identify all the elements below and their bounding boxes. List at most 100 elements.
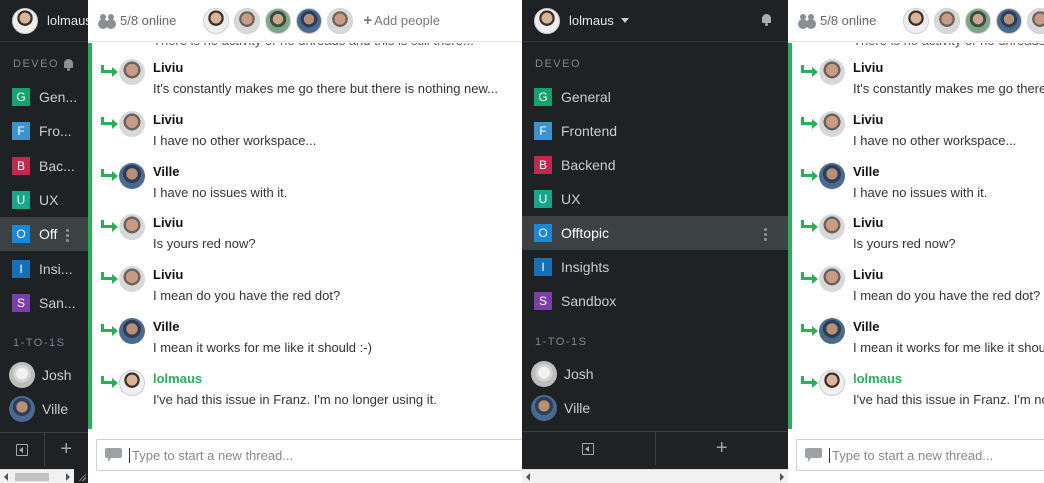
sidebar-item-ux[interactable]: U UX (0, 183, 88, 217)
add-people-label: Add people (374, 13, 440, 28)
notifications-bell-icon[interactable] (62, 58, 75, 71)
sidebar-item-backend[interactable]: B Bac... (0, 149, 88, 183)
channel-menu-icon[interactable] (66, 229, 69, 242)
resize-grip-icon[interactable] (78, 473, 86, 481)
sidebar-item-general[interactable]: G General (522, 80, 788, 114)
dm-label: Ville (564, 400, 591, 416)
sidebar-item-label: Frontend (561, 123, 618, 139)
message-row[interactable]: Liviu I have no other workspace... (792, 110, 1044, 163)
composer-placeholder: Type to start a new thread... (832, 447, 994, 463)
channel-letter-icon: I (534, 258, 552, 276)
scrollbar-thumb[interactable] (15, 473, 49, 481)
sidebar-expanded: lolmaus DEVEO G General F Frontend B Backend U… (522, 0, 788, 483)
dm-item-josh[interactable]: Josh (522, 357, 788, 391)
composer-input[interactable]: Type to start a new thread... (96, 439, 522, 471)
sidebar-item-ux[interactable]: U UX (522, 182, 788, 216)
reply-arrow-icon (100, 324, 118, 336)
scroll-right-icon[interactable] (780, 473, 784, 481)
notifications-bell-icon[interactable] (760, 13, 773, 26)
add-people-button[interactable]: + Add people (363, 12, 440, 29)
user-avatar (12, 7, 38, 34)
app-root: lolmaus DEVEO G Gen... F Fro... B Bac... U UX O O… (0, 0, 1044, 483)
reply-arrow-icon (800, 220, 818, 233)
channel-letter-icon: G (534, 88, 552, 106)
author-name: Liviu (853, 215, 884, 231)
sidebar-item-offtopic[interactable]: O Off (0, 217, 88, 252)
participant-avatar[interactable] (296, 7, 323, 34)
composer-input[interactable]: Type to start a new thread... (796, 439, 1044, 471)
sidebar-item-sandbox[interactable]: S San... (0, 286, 88, 320)
message-row[interactable]: Ville I mean it works for me like it shou… (92, 318, 522, 370)
dm-item-ville[interactable]: Ville (0, 392, 88, 426)
dm-item-ville[interactable]: Ville (522, 391, 788, 425)
participant-avatar[interactable] (965, 7, 992, 34)
message-text: I mean it works for me like it should :-… (153, 340, 372, 355)
participant-avatar[interactable] (996, 7, 1023, 34)
sidebar-item-backend[interactable]: B Backend (522, 148, 788, 182)
channel-letter-icon: U (534, 190, 552, 208)
message-row[interactable]: Ville I mean it works for me like it shou… (792, 318, 1044, 370)
author-name: Liviu (153, 267, 184, 283)
author-name: Ville (853, 319, 880, 334)
sidebar-item-insights[interactable]: I Insi... (0, 252, 88, 286)
channel-letter-icon: S (534, 292, 552, 310)
clipped-message: There is no activity or no unreads and t… (92, 43, 522, 59)
message-row[interactable]: lolmaus I've had this issue in Franz. I'm… (792, 369, 1044, 422)
message-text: I have no other workspace... (153, 132, 317, 148)
scroll-left-icon[interactable] (4, 473, 8, 481)
user-menu[interactable]: lolmaus (522, 0, 788, 42)
participant-avatar[interactable] (934, 7, 961, 34)
add-button[interactable]: + (43, 433, 89, 466)
avatar (9, 396, 35, 422)
participant-avatar[interactable] (203, 7, 230, 34)
sidebar-item-label: General (561, 89, 611, 105)
sidebar-item-sandbox[interactable]: S Sandbox (522, 284, 788, 318)
participant-avatar[interactable] (327, 7, 354, 34)
people-icon (800, 14, 817, 27)
sidebar-item-label: UX (39, 191, 59, 208)
horizontal-scrollbar[interactable] (522, 469, 788, 483)
message-row[interactable]: Liviu Is yours red now? (792, 214, 1044, 266)
plus-icon: + (60, 438, 73, 460)
message-row[interactable]: Liviu It's constantly makes me go there b… (792, 59, 1044, 111)
people-icon (100, 14, 117, 27)
sidebar-item-frontend[interactable]: F Frontend (522, 114, 788, 148)
message-text: I've had this issue in Franz. I'm no lon… (853, 391, 1044, 407)
collapse-sidebar-button[interactable] (522, 432, 655, 465)
message-row[interactable]: Liviu I have no other workspace... (92, 110, 522, 163)
message-row[interactable]: Liviu I mean do you have the red dot? (92, 266, 522, 318)
chevron-down-icon (620, 18, 629, 23)
sidebar-item-frontend[interactable]: F Fro... (0, 114, 88, 148)
add-button[interactable]: + (654, 432, 789, 465)
collapse-icon (15, 443, 28, 456)
message-text: I have no other workspace... (853, 132, 1017, 148)
sidebar-item-offtopic[interactable]: O Offtopic (522, 216, 788, 250)
sidebar-item-label: San... (39, 294, 76, 311)
collapse-sidebar-button[interactable] (0, 433, 44, 466)
dm-label: Josh (564, 366, 594, 382)
user-menu[interactable]: lolmaus (0, 0, 88, 42)
sidebar-item-label: Backend (561, 157, 616, 173)
channel-menu-icon[interactable] (764, 228, 767, 241)
message-row[interactable]: Liviu I mean do you have the red dot? (792, 266, 1044, 318)
message-row[interactable]: lolmaus I've had this issue in Franz. I'm… (92, 369, 522, 422)
participant-avatar[interactable] (1027, 7, 1044, 34)
horizontal-scrollbar[interactable] (0, 469, 74, 483)
thread: There is no activity or no unreads and t… (788, 43, 1044, 429)
message-row[interactable]: Ville I have no issues with it. (92, 162, 522, 215)
author-name: Liviu (153, 215, 184, 231)
scroll-right-icon[interactable] (66, 473, 70, 481)
message-row[interactable]: Ville I have no issues with it. (792, 162, 1044, 215)
participant-avatar[interactable] (265, 7, 292, 34)
dm-item-josh[interactable]: Josh (0, 358, 88, 392)
plus-icon: + (715, 437, 728, 459)
message-row[interactable]: Liviu It's constantly makes me go there b… (92, 59, 522, 111)
sidebar-item-insights[interactable]: I Insights (522, 250, 788, 284)
participant-avatar[interactable] (234, 7, 261, 34)
message-row[interactable]: Liviu Is yours red now? (92, 214, 522, 266)
sidebar-item-label: Offtopic (561, 225, 609, 241)
online-count: 5/8 online (820, 13, 877, 28)
participant-avatar[interactable] (903, 7, 930, 34)
scroll-left-icon[interactable] (526, 473, 530, 481)
sidebar-item-general[interactable]: G Gen... (0, 80, 88, 114)
